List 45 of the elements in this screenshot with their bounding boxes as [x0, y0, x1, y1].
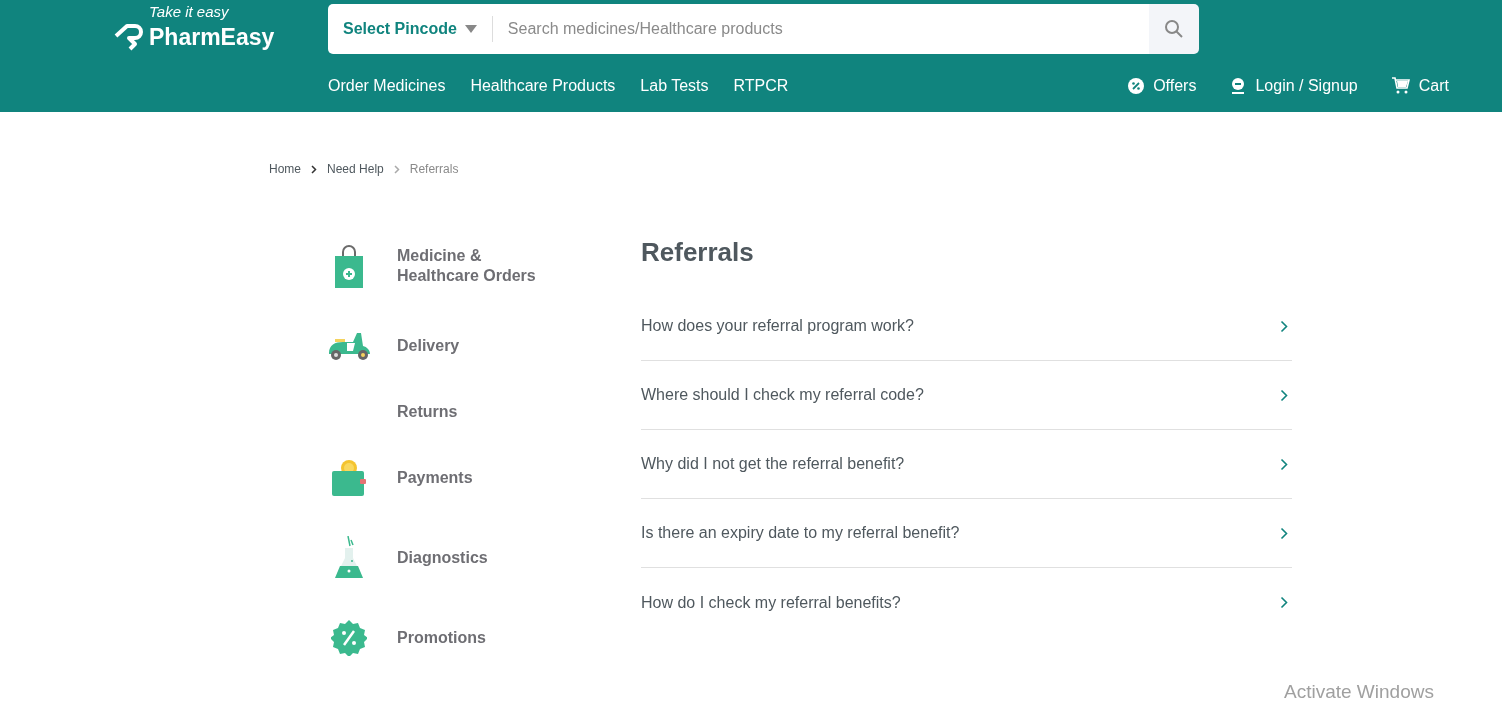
chevron-icon: [1280, 526, 1288, 540]
help-category[interactable]: Medicine & Healthcare Orders: [327, 242, 641, 290]
discount-icon: [1128, 78, 1145, 94]
header-link[interactable]: Offers: [1128, 74, 1197, 98]
nav-link[interactable]: Order Medicines: [328, 74, 446, 98]
breadcrumb-link[interactable]: Home: [269, 160, 301, 178]
faq-item[interactable]: Is there an expiry date to my referral benefit?: [641, 499, 1292, 568]
chevron-icon: [311, 164, 317, 174]
faq-item[interactable]: Where should I check my referral code?: [641, 361, 1292, 430]
nav-link[interactable]: Healthcare Products: [470, 74, 616, 98]
search-icon: [1164, 19, 1184, 39]
chevron-icon: [1280, 457, 1288, 471]
help-category[interactable]: Promotions: [327, 614, 641, 662]
scooter-icon: [327, 331, 371, 361]
flask-icon: [333, 536, 365, 580]
search-field[interactable]: Search medicines/Healthcare products: [492, 4, 1149, 54]
chevron-icon: [1280, 319, 1288, 333]
tagline: Take it easy: [149, 4, 230, 20]
brand-name[interactable]: PharmEasy: [149, 20, 275, 55]
nav-link[interactable]: Lab Tests: [640, 74, 709, 98]
shopping-bag-icon: [333, 244, 365, 288]
help-category[interactable]: Payments: [327, 454, 641, 502]
help-category[interactable]: Returns: [327, 402, 641, 422]
breadcrumb-link[interactable]: Need Help: [327, 160, 384, 178]
faq-item[interactable]: Why did I not get the referral benefit?: [641, 430, 1292, 499]
faq-item[interactable]: How do I check my referral benefits?: [641, 568, 1292, 637]
caret-icon: [464, 25, 477, 33]
header-link[interactable]: Login / Signup: [1230, 74, 1358, 98]
faq-item[interactable]: How does your referral program work?: [641, 292, 1292, 361]
chevron-icon: [1280, 596, 1288, 609]
search-button[interactable]: [1149, 4, 1199, 54]
breadcrumb-link[interactable]: Referrals: [409, 160, 459, 178]
cart-icon: [1391, 77, 1410, 95]
help-category[interactable]: Delivery: [327, 322, 641, 370]
percent-badge-icon: [331, 620, 367, 656]
logo-icon: [113, 22, 145, 53]
help-category[interactable]: Diagnostics: [327, 534, 641, 582]
section-title: Referrals: [641, 236, 755, 268]
chevron-icon: [393, 164, 400, 174]
header-link[interactable]: Cart: [1391, 74, 1449, 98]
wallet-icon: [330, 459, 368, 497]
windows-activation-notice: Activate Windows: [1284, 680, 1434, 703]
nav-link[interactable]: RTPCR: [733, 74, 789, 98]
chevron-icon: [1280, 388, 1288, 402]
user-icon: [1230, 77, 1247, 95]
